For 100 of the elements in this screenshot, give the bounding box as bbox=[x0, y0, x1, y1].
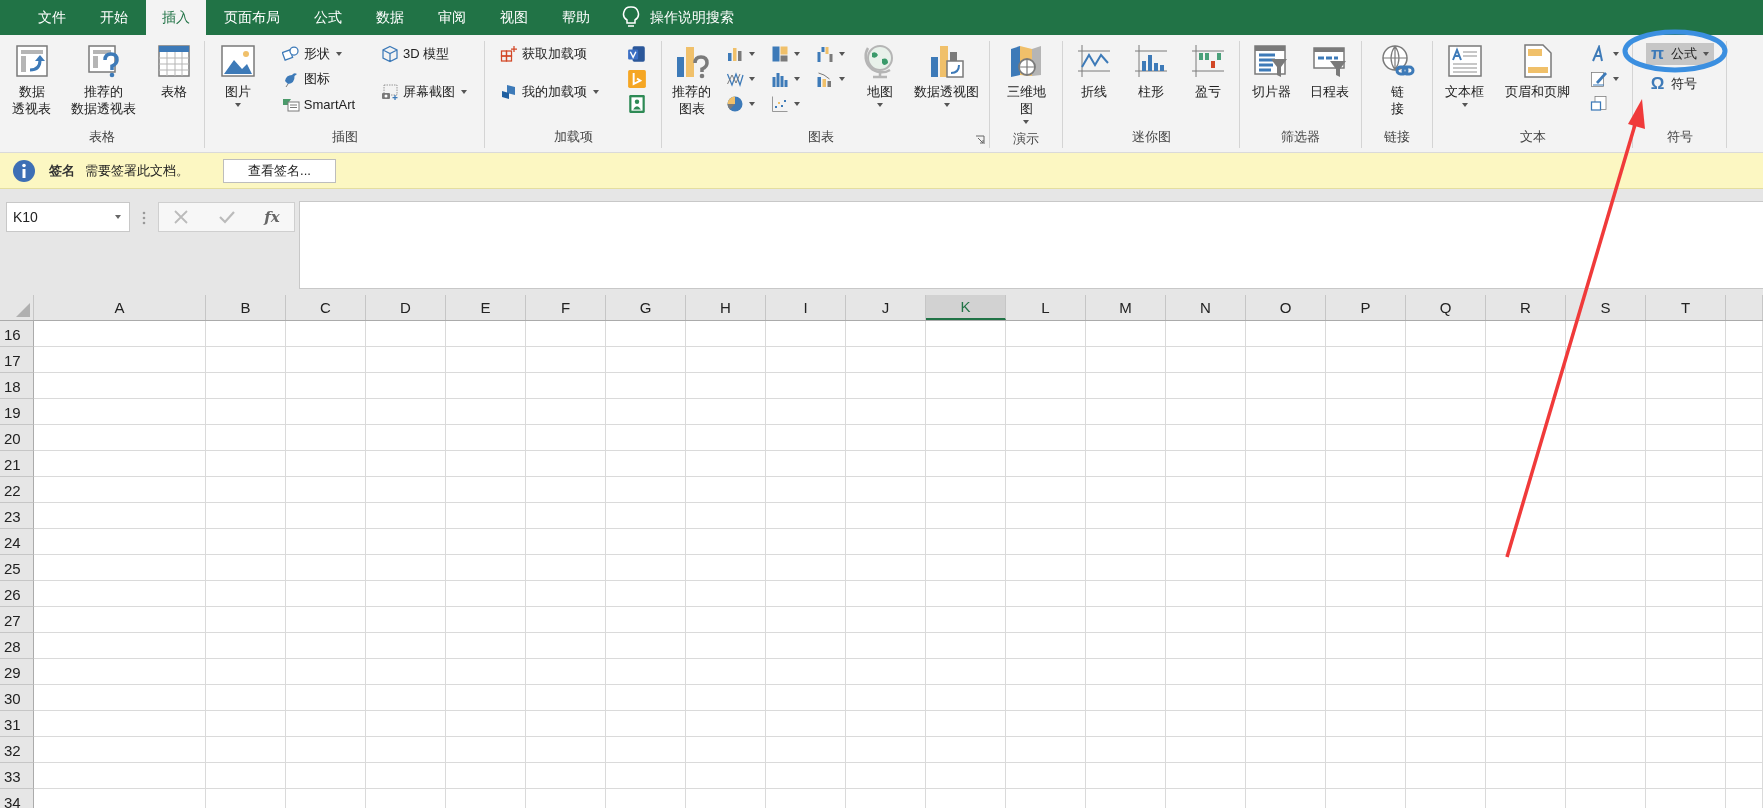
grid-cell[interactable] bbox=[34, 347, 206, 373]
grid-cell[interactable] bbox=[1486, 347, 1566, 373]
ribbon-button[interactable]: 数据 透视表 bbox=[9, 41, 54, 119]
grid-cell[interactable] bbox=[766, 503, 846, 529]
grid-cell[interactable] bbox=[1086, 477, 1166, 503]
grid-cell[interactable] bbox=[1726, 477, 1763, 503]
grid-cell[interactable] bbox=[766, 581, 846, 607]
grid-cell[interactable] bbox=[1646, 685, 1726, 711]
grid-cell[interactable] bbox=[686, 711, 766, 737]
grid-cell[interactable] bbox=[366, 451, 446, 477]
grid-cell[interactable] bbox=[846, 451, 926, 477]
grid-cell[interactable] bbox=[1086, 347, 1166, 373]
column-header[interactable]: C bbox=[286, 295, 366, 320]
grid-cell[interactable] bbox=[1166, 763, 1246, 789]
ribbon-button[interactable]: 日程表 bbox=[1307, 41, 1353, 102]
grid-cell[interactable] bbox=[926, 685, 1006, 711]
ribbon-button[interactable]: 3D 模型 bbox=[378, 43, 472, 65]
grid-cell[interactable] bbox=[1406, 347, 1486, 373]
grid-cell[interactable] bbox=[1086, 503, 1166, 529]
grid-cell[interactable] bbox=[206, 399, 286, 425]
grid-cell[interactable] bbox=[34, 425, 206, 451]
grid-cell[interactable] bbox=[1406, 581, 1486, 607]
grid-cell[interactable] bbox=[1166, 477, 1246, 503]
grid-cell[interactable] bbox=[366, 321, 446, 347]
grid-cell[interactable] bbox=[606, 581, 686, 607]
grid-cell[interactable] bbox=[1566, 321, 1646, 347]
grid-cell[interactable] bbox=[1326, 607, 1406, 633]
grid-cell[interactable] bbox=[846, 347, 926, 373]
grid-cell[interactable] bbox=[606, 555, 686, 581]
grid-cell[interactable] bbox=[846, 555, 926, 581]
grid-cell[interactable] bbox=[1006, 659, 1086, 685]
grid-cell[interactable] bbox=[1326, 737, 1406, 763]
grid-cell[interactable] bbox=[526, 763, 606, 789]
grid-cell[interactable] bbox=[846, 477, 926, 503]
grid-cell[interactable] bbox=[526, 685, 606, 711]
grid-cell[interactable] bbox=[1086, 763, 1166, 789]
grid-cell[interactable] bbox=[606, 529, 686, 555]
grid-cell[interactable] bbox=[606, 477, 686, 503]
grid-cell[interactable] bbox=[34, 503, 206, 529]
ribbon-button[interactable]: 文本框 bbox=[1442, 41, 1488, 112]
grid-cell[interactable] bbox=[526, 477, 606, 503]
grid-cell[interactable] bbox=[1486, 633, 1566, 659]
grid-cell[interactable] bbox=[846, 399, 926, 425]
grid-cell[interactable] bbox=[366, 373, 446, 399]
column-header[interactable]: P bbox=[1326, 295, 1406, 320]
grid-cell[interactable] bbox=[286, 529, 366, 555]
grid-cell[interactable] bbox=[1166, 633, 1246, 659]
grid-cell[interactable] bbox=[446, 555, 526, 581]
grid-cell[interactable] bbox=[926, 373, 1006, 399]
grid-cell[interactable] bbox=[1486, 321, 1566, 347]
grid-cell[interactable] bbox=[526, 659, 606, 685]
row-header[interactable]: 30 bbox=[0, 685, 34, 711]
grid-cell[interactable] bbox=[1406, 321, 1486, 347]
grid-cell[interactable] bbox=[1486, 659, 1566, 685]
grid-cell[interactable] bbox=[34, 555, 206, 581]
ribbon-tab[interactable]: 视图 bbox=[484, 0, 544, 35]
grid-cell[interactable] bbox=[926, 503, 1006, 529]
grid-cell[interactable] bbox=[926, 399, 1006, 425]
grid-cell[interactable] bbox=[926, 711, 1006, 737]
ribbon-tab[interactable]: 页面布局 bbox=[208, 0, 296, 35]
grid-cell[interactable] bbox=[286, 451, 366, 477]
column-header[interactable]: O bbox=[1246, 295, 1326, 320]
grid-cell[interactable] bbox=[1486, 763, 1566, 789]
grid-cell[interactable] bbox=[846, 763, 926, 789]
ribbon-button[interactable]: 图片 bbox=[216, 41, 259, 112]
grid-cell[interactable] bbox=[1166, 321, 1246, 347]
grid-cell[interactable] bbox=[446, 659, 526, 685]
grid-cell[interactable] bbox=[1006, 763, 1086, 789]
grid-cell[interactable] bbox=[686, 659, 766, 685]
grid-cell[interactable] bbox=[686, 425, 766, 451]
grid-cell[interactable] bbox=[34, 373, 206, 399]
grid-cell[interactable] bbox=[526, 633, 606, 659]
grid-cell[interactable] bbox=[1726, 451, 1763, 477]
grid-cell[interactable] bbox=[766, 633, 846, 659]
row-header[interactable]: 29 bbox=[0, 659, 34, 685]
grid-cell[interactable] bbox=[1246, 451, 1326, 477]
grid-cell[interactable] bbox=[1726, 659, 1763, 685]
grid-cell[interactable] bbox=[286, 503, 366, 529]
row-header[interactable]: 28 bbox=[0, 633, 34, 659]
row-header[interactable]: 31 bbox=[0, 711, 34, 737]
grid-cell[interactable] bbox=[1486, 555, 1566, 581]
grid-cell[interactable] bbox=[1326, 659, 1406, 685]
grid-cell[interactable] bbox=[286, 399, 366, 425]
row-header[interactable]: 17 bbox=[0, 347, 34, 373]
grid-cell[interactable] bbox=[446, 633, 526, 659]
grid-cell[interactable] bbox=[846, 321, 926, 347]
grid-cell[interactable] bbox=[766, 685, 846, 711]
grid-cell[interactable] bbox=[926, 477, 1006, 503]
grid-cell[interactable] bbox=[1486, 529, 1566, 555]
grid-cell[interactable] bbox=[1326, 347, 1406, 373]
grid-cell[interactable] bbox=[446, 321, 526, 347]
grid-cell[interactable] bbox=[1566, 659, 1646, 685]
grid-cell[interactable] bbox=[926, 321, 1006, 347]
grid-cell[interactable] bbox=[366, 659, 446, 685]
grid-cell[interactable] bbox=[926, 451, 1006, 477]
grid-cell[interactable] bbox=[286, 763, 366, 789]
grid-cell[interactable] bbox=[686, 685, 766, 711]
grid-cell[interactable] bbox=[1166, 607, 1246, 633]
grid-cell[interactable] bbox=[1406, 373, 1486, 399]
grid-cell[interactable] bbox=[606, 737, 686, 763]
